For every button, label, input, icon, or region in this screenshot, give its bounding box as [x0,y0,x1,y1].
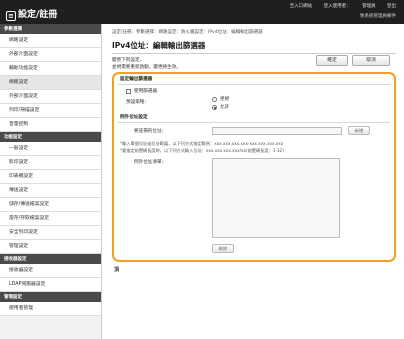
cancel-button[interactable]: 取消 [352,55,390,66]
user-name: 管理員 [362,4,376,9]
top-marker[interactable]: 頂 [114,266,119,273]
sidebar-item[interactable]: 安全列印設定 [0,226,101,240]
use-filter-label: 使用篩選器 [134,89,157,94]
sidebar-section-title: 管理設定 [0,292,101,302]
sidebar: 參數選擇 網路設定 外部介面設定 輔助功能設定 網路設定 外部介面設定 列印/掃… [0,24,102,339]
app-logo: ≡ 設定/註冊 [6,7,57,21]
sidebar-item[interactable]: 當存/存取檔案設定 [0,212,101,226]
sidebar-section-title: 參數選擇 [0,24,101,34]
desc-line: 變更下列設定， [112,58,145,63]
exception-address-list[interactable] [212,158,340,238]
address-input[interactable] [212,127,342,135]
exception-section-title: 例外位址設定 [120,115,148,120]
top-bar: ≡ 設定/註冊 至入口網站 登入使用者： 管理員 登出 致系統管理員郵件 [0,0,404,24]
note-range: *輸入單個位址或位址範圍，以下列方式指定範例：xxx.xxx.xxx.xxx-x… [120,141,284,146]
sidebar-item-network[interactable]: 網路設定 [0,76,101,90]
logout-link[interactable]: 登出 [387,4,396,9]
divider [118,122,390,123]
add-button[interactable]: 新增 [348,126,370,135]
sidebar-item[interactable]: 輔助功能設定 [0,62,101,76]
sidebar-item[interactable]: 網路設定 [0,34,101,48]
use-filter-checkbox[interactable] [126,89,131,94]
sidebar-item[interactable]: 儲存/傳送檔案設定 [0,198,101,212]
note-prefix: *要指定前置碼長度時，以下列方式輸入位址：xxx.xxx.xxx.xxx/xx(… [120,148,284,153]
page-description: 變更下列設定， 並視需要重新啟動，變更將生效。 [112,57,181,71]
sidebar-item[interactable]: 外部介面設定 [0,90,101,104]
sidebar-item[interactable]: 一般設定 [0,142,101,156]
sidebar-item[interactable]: 傳送設定 [0,184,101,198]
section-title: 設定輸出篩選器 [120,77,153,82]
breadcrumb: 設定/註冊：參數選擇：網路設定：防火牆設定：IPv4位址：編輯輸出篩選器 [112,30,263,35]
reject-label: 拒絕 [220,97,230,102]
reject-radio[interactable] [212,97,217,102]
sidebar-item[interactable]: 接收器設定 [0,264,101,278]
address-label: 要註冊的位址： [134,129,167,134]
logo-icon: ≡ [6,11,16,21]
allow-radio[interactable] [212,105,217,110]
page-title: IPv4位址：編輯輸出篩選器 [112,41,206,50]
sidebar-item[interactable]: 外部介面設定 [0,48,101,62]
portal-link[interactable]: 至入口網站 [290,4,313,9]
output-filter-panel: 設定輸出篩選器 使用篩選器 預設策略： 拒絕 允許 例外位址設定 要註冊的位址：… [112,72,396,262]
sidebar-item[interactable]: 印表機設定 [0,170,101,184]
sidebar-item[interactable]: 管理設定 [0,240,101,254]
login-user-label: 登入使用者： [323,4,351,9]
sidebar-section-title: 功能設定 [0,132,101,142]
desc-line: 並視需要重新啟動，變更將生效。 [112,65,181,70]
delete-button[interactable]: 刪除 [212,244,234,253]
allow-label: 允許 [220,105,230,110]
divider [112,53,396,54]
sidebar-item[interactable]: 使用者管理 [0,302,101,316]
sidebar-item[interactable]: 影印設定 [0,156,101,170]
sidebar-item[interactable]: 列印/掃描設定 [0,104,101,118]
top-links: 至入口網站 登入使用者： 管理員 登出 [280,3,396,9]
divider [118,84,390,85]
main-content: 設定/註冊：參數選擇：網路設定：防火牆設定：IPv4位址：編輯輸出篩選器 IPv… [106,24,400,339]
apply-button[interactable]: 確定 [316,55,348,66]
sidebar-section-title: 接收器設定 [0,254,101,264]
default-policy-label: 預設策略： [126,100,149,105]
app-title: 設定/註冊 [18,10,58,20]
admin-mail-link[interactable]: 致系統管理員郵件 [360,13,396,19]
sidebar-item[interactable]: 音量控制 [0,118,101,132]
exception-list-label: 例外位址清單： [134,160,167,165]
sidebar-item[interactable]: LDAP伺服器設定 [0,278,101,292]
